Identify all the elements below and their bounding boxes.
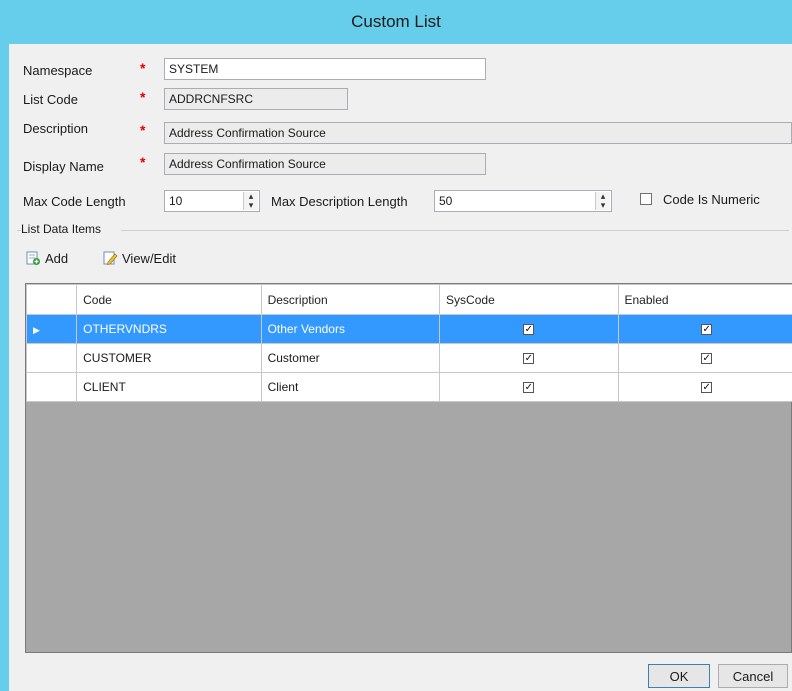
cell-description[interactable]: Client — [260, 372, 441, 402]
column-header-description[interactable]: Description — [260, 284, 441, 315]
list-code-input[interactable]: ADDRCNFSRC — [164, 88, 348, 110]
code-is-numeric-checkbox[interactable] — [640, 193, 652, 205]
cell-description[interactable]: Customer — [260, 343, 441, 373]
group-divider-left — [17, 230, 21, 231]
cell-enabled[interactable]: ✓ — [617, 372, 792, 402]
window-title: Custom List — [351, 12, 441, 31]
max-code-length-label: Max Code Length — [23, 194, 126, 209]
cell-description[interactable]: Other Vendors — [260, 314, 441, 344]
namespace-required-mark: * — [140, 60, 146, 76]
cell-code[interactable]: CUSTOMER — [76, 343, 262, 373]
column-header-enabled[interactable]: Enabled — [617, 284, 792, 315]
list-code-required-mark: * — [140, 89, 146, 105]
description-required-mark: * — [140, 122, 146, 138]
display-name-label: Display Name — [23, 159, 104, 174]
cancel-button[interactable]: Cancel — [718, 664, 788, 688]
add-button[interactable]: Add — [25, 250, 68, 266]
cell-enabled[interactable]: ✓ — [617, 314, 792, 344]
max-description-length-value: 50 — [439, 194, 453, 208]
enabled-checkbox[interactable]: ✓ — [701, 382, 713, 394]
syscode-checkbox[interactable]: ✓ — [523, 353, 535, 365]
view-edit-button[interactable]: View/Edit — [102, 250, 176, 266]
edit-icon — [103, 251, 118, 265]
cell-syscode[interactable]: ✓ — [439, 372, 619, 402]
table-row[interactable]: CLIENT Client ✓ ✓ — [25, 372, 792, 402]
spin-down-icon[interactable]: ▾ — [596, 201, 610, 210]
custom-list-window: Custom List Namespace * SYSTEM List Code… — [0, 0, 792, 691]
max-code-length-stepper[interactable]: 10 ▴ ▾ — [164, 190, 260, 212]
description-input[interactable]: Address Confirmation Source — [164, 122, 792, 144]
row-header-corner — [25, 284, 78, 315]
grid-header-row: Code Description SysCode Enabled — [25, 284, 792, 315]
cell-enabled[interactable]: ✓ — [617, 343, 792, 373]
code-is-numeric-label: Code Is Numeric — [663, 192, 760, 207]
syscode-checkbox[interactable]: ✓ — [523, 382, 535, 394]
column-header-code[interactable]: Code — [76, 284, 262, 315]
title-bar[interactable]: Custom List — [0, 0, 792, 44]
list-code-label: List Code — [23, 92, 78, 107]
add-icon — [26, 251, 40, 265]
enabled-checkbox[interactable]: ✓ — [701, 324, 713, 336]
namespace-input[interactable]: SYSTEM — [164, 58, 486, 80]
table-row[interactable]: ▶ OTHERVNDRS Other Vendors ✓ ✓ — [25, 314, 792, 344]
max-description-length-stepper[interactable]: 50 ▴ ▾ — [434, 190, 612, 212]
table-row[interactable]: CUSTOMER Customer ✓ ✓ — [25, 343, 792, 373]
row-selector[interactable] — [25, 372, 78, 402]
max-description-length-spin-buttons[interactable]: ▴ ▾ — [595, 192, 610, 210]
row-selector[interactable] — [25, 343, 78, 373]
cell-syscode[interactable]: ✓ — [439, 314, 619, 344]
display-name-required-mark: * — [140, 154, 146, 170]
column-header-syscode[interactable]: SysCode — [439, 284, 619, 315]
description-label: Description — [23, 121, 89, 136]
max-code-length-spin-buttons[interactable]: ▴ ▾ — [243, 192, 258, 210]
list-data-items-group-label: List Data Items — [21, 222, 102, 236]
spin-down-icon[interactable]: ▾ — [244, 201, 258, 210]
syscode-checkbox[interactable]: ✓ — [523, 324, 535, 336]
current-row-arrow-icon: ▶ — [33, 325, 40, 335]
view-edit-button-label: View/Edit — [122, 250, 176, 266]
add-button-label: Add — [45, 250, 69, 266]
enabled-checkbox[interactable]: ✓ — [701, 353, 713, 365]
max-code-length-value: 10 — [169, 194, 183, 208]
list-data-items-grid[interactable]: Code Description SysCode Enabled ▶ OTHER… — [25, 283, 792, 653]
max-description-length-label: Max Description Length — [271, 194, 408, 209]
ok-button[interactable]: OK — [648, 664, 710, 688]
cell-syscode[interactable]: ✓ — [439, 343, 619, 373]
group-divider-right — [121, 230, 789, 231]
cell-code[interactable]: CLIENT — [76, 372, 262, 402]
display-name-input[interactable]: Address Confirmation Source — [164, 153, 486, 175]
window-left-border — [0, 44, 9, 691]
row-selector[interactable]: ▶ — [25, 314, 78, 344]
cell-code[interactable]: OTHERVNDRS — [76, 314, 262, 344]
namespace-label: Namespace — [23, 63, 93, 78]
